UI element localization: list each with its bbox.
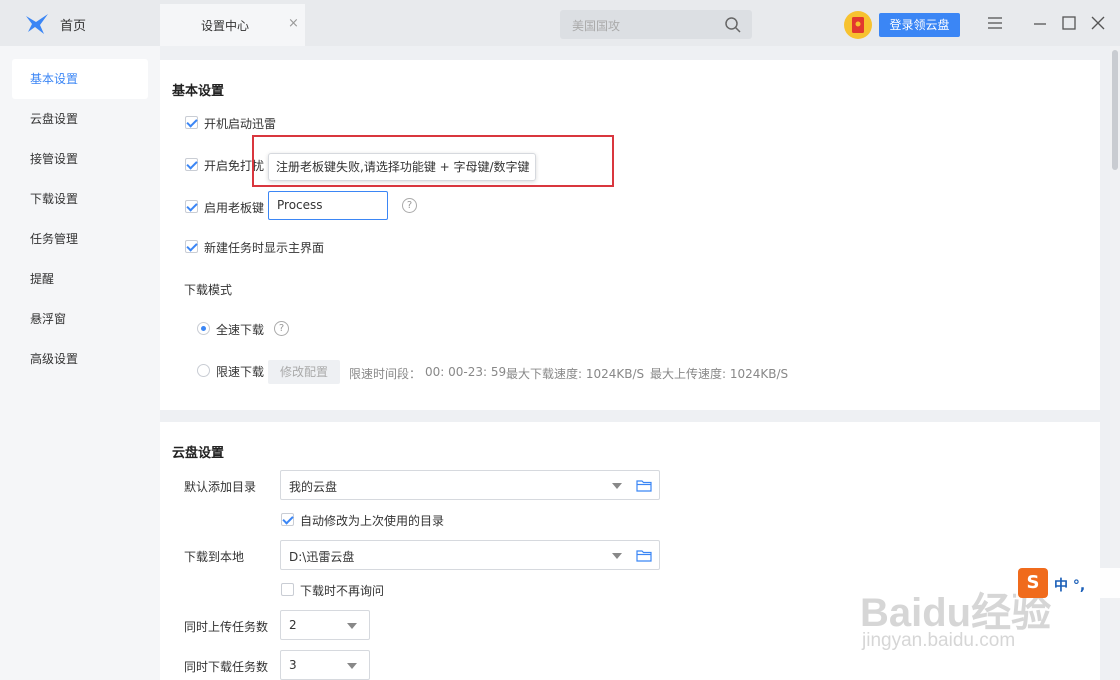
title-bar: 首页 设置中心 × 美国国攻 登录领云盘 xyxy=(0,0,1120,46)
download-mode-label: 下载模式 xyxy=(184,283,233,297)
full-speed-radio[interactable] xyxy=(197,322,210,335)
download-local-label: 下载到本地 xyxy=(184,550,245,564)
search-input[interactable]: 美国国攻 xyxy=(572,17,620,34)
bosskey-input[interactable]: Process xyxy=(268,191,388,220)
annotation-highlight-box xyxy=(252,135,614,187)
show-main-checkbox[interactable] xyxy=(185,240,198,253)
nodisturb-checkbox[interactable] xyxy=(185,158,198,171)
folder-icon[interactable] xyxy=(636,479,652,492)
search-box[interactable]: 美国国攻 xyxy=(560,10,752,39)
ime-toolbar[interactable]: S 中 °, xyxy=(1016,568,1120,598)
settings-sidebar: 基本设置 云盘设置 接管设置 下载设置 任务管理 提醒 悬浮窗 高级设置 xyxy=(0,46,160,680)
folder-icon[interactable] xyxy=(636,549,652,562)
ime-mode-text[interactable]: 中 °, xyxy=(1054,575,1085,595)
sidebar-item-cloud[interactable]: 云盘设置 xyxy=(12,99,148,139)
home-tab[interactable]: 首页 xyxy=(0,0,160,46)
no-ask-checkbox[interactable] xyxy=(281,583,294,596)
default-dir-value: 我的云盘 xyxy=(289,480,338,494)
basic-settings-title: 基本设置 xyxy=(172,84,225,99)
home-label: 首页 xyxy=(60,19,87,34)
minimize-icon[interactable] xyxy=(1031,14,1049,32)
auto-modify-checkbox[interactable] xyxy=(281,513,294,526)
sidebar-item-download[interactable]: 下载设置 xyxy=(12,179,148,219)
download-tasks-value: 3 xyxy=(289,658,297,672)
chevron-down-icon[interactable] xyxy=(347,623,357,629)
startup-checkbox[interactable] xyxy=(185,116,198,129)
startup-label: 开机启动迅雷 xyxy=(204,117,277,131)
full-speed-label: 全速下载 xyxy=(216,323,265,337)
basic-settings-panel: 基本设置 开机启动迅雷 开启免打扰 启用老板键 Process ? 新建任务时显… xyxy=(160,60,1100,410)
default-dir-label: 默认添加目录 xyxy=(184,480,257,494)
download-tasks-label: 同时下载任务数 xyxy=(184,660,269,674)
sidebar-item-floating[interactable]: 悬浮窗 xyxy=(12,299,148,339)
show-main-label: 新建任务时显示主界面 xyxy=(204,241,325,255)
upload-tasks-select[interactable]: 2 xyxy=(280,610,370,640)
sidebar-item-basic[interactable]: 基本设置 xyxy=(12,59,148,99)
tab-settings-center[interactable]: 设置中心 × xyxy=(160,4,305,46)
tab-label: 设置中心 xyxy=(201,19,250,33)
upload-tasks-value: 2 xyxy=(289,618,297,632)
sidebar-item-tasks[interactable]: 任务管理 xyxy=(12,219,148,259)
watermark-url: jingyan.baidu.com xyxy=(862,630,1016,651)
max-download-speed: 最大下载速度: 1024KB/S xyxy=(506,367,645,381)
auto-modify-label: 自动修改为上次使用的目录 xyxy=(300,514,445,528)
search-icon[interactable] xyxy=(724,16,742,34)
cloud-settings-title: 云盘设置 xyxy=(172,446,225,461)
sogou-logo-icon[interactable]: S xyxy=(1018,568,1048,598)
red-packet-icon[interactable] xyxy=(843,10,873,40)
download-local-value: D:\迅雷云盘 xyxy=(289,550,355,564)
limit-period-label: 限速时间段： xyxy=(349,367,422,381)
login-cloud-button[interactable]: 登录领云盘 xyxy=(879,13,960,37)
chevron-down-icon[interactable] xyxy=(347,663,357,669)
modify-config-button[interactable]: 修改配置 xyxy=(268,360,340,384)
bosskey-label: 启用老板键 xyxy=(204,201,265,215)
limit-speed-label: 限速下载 xyxy=(216,365,265,379)
download-local-select[interactable]: D:\迅雷云盘 xyxy=(280,540,660,570)
default-dir-select[interactable]: 我的云盘 xyxy=(280,470,660,500)
limit-period-value: 00: 00-23: 59 xyxy=(425,365,507,379)
limit-speed-radio[interactable] xyxy=(197,364,210,377)
sidebar-item-reminder[interactable]: 提醒 xyxy=(12,259,148,299)
bosskey-help-icon[interactable]: ? xyxy=(402,198,417,213)
upload-tasks-label: 同时上传任务数 xyxy=(184,620,269,634)
max-upload-speed: 最大上传速度: 1024KB/S xyxy=(650,367,789,381)
sidebar-item-takeover[interactable]: 接管设置 xyxy=(12,139,148,179)
bosskey-checkbox[interactable] xyxy=(185,200,198,213)
no-ask-label: 下载时不再询问 xyxy=(300,584,385,598)
sidebar-item-advanced[interactable]: 高级设置 xyxy=(12,339,148,379)
download-tasks-select[interactable]: 3 xyxy=(280,650,370,680)
close-icon[interactable] xyxy=(1089,14,1107,32)
full-speed-help-icon[interactable]: ? xyxy=(274,321,289,336)
tab-close-icon[interactable]: × xyxy=(288,16,299,31)
thunder-bird-logo-icon xyxy=(26,14,48,34)
chevron-down-icon[interactable] xyxy=(612,483,622,489)
maximize-icon[interactable] xyxy=(1060,14,1078,32)
scrollbar-thumb[interactable] xyxy=(1112,50,1118,170)
menu-icon[interactable] xyxy=(986,14,1004,32)
chevron-down-icon[interactable] xyxy=(612,553,622,559)
